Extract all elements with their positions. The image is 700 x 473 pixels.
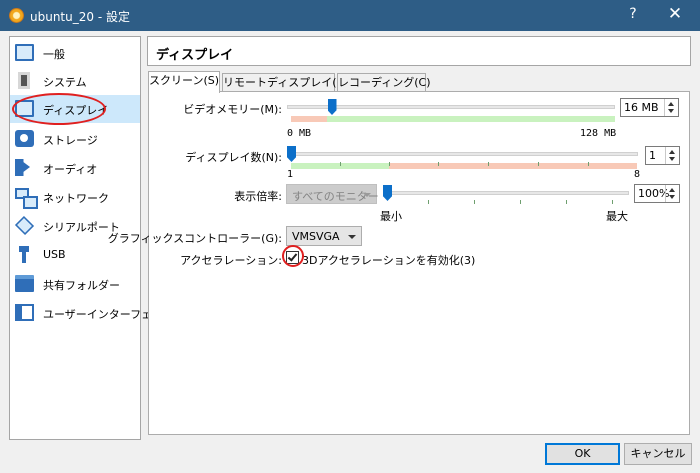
slider-tick <box>340 162 341 166</box>
ok-button[interactable]: OK <box>545 443 620 465</box>
spin-down-icon[interactable] <box>668 109 674 113</box>
slider-tick <box>588 162 589 166</box>
slider-tick <box>488 162 489 166</box>
sidebar-item-storage[interactable]: ストレージ <box>10 125 140 153</box>
sidebar-item-label: USB <box>43 248 66 261</box>
sidebar-item-label: ストレージ <box>43 134 98 147</box>
sidebar-item-system[interactable]: システム <box>10 67 140 95</box>
chevron-down-icon <box>348 235 356 239</box>
scale-monitor-select[interactable]: すべてのモニター <box>286 184 379 204</box>
scale-factor-label: 表示倍率: <box>234 190 282 203</box>
cancel-button[interactable]: キャンセル <box>624 443 692 465</box>
close-button[interactable]: ✕ <box>663 4 687 24</box>
tab-screen[interactable]: スクリーン(S) <box>148 71 220 93</box>
sidebar-item-label: 共有フォルダー <box>43 279 120 292</box>
usb-icon <box>15 246 34 263</box>
monitor-count-max-label: 8 <box>634 169 641 180</box>
spin-up-icon[interactable] <box>669 188 675 192</box>
graphics-controller-select[interactable]: VMSVGA <box>286 226 362 246</box>
sidebar-item-network[interactable]: ネットワーク <box>10 183 140 211</box>
enable-3d-acceleration-label[interactable]: 3Dアクセラレーションを有効化(3) <box>302 252 475 268</box>
sidebar-item-user-interface[interactable]: ユーザーインターフェース <box>10 299 174 327</box>
monitor-count-label: ディスプレイ数(N): <box>185 151 282 164</box>
video-memory-label: ビデオメモリー(M): <box>183 103 282 116</box>
spin-down-icon[interactable] <box>669 157 675 161</box>
sidebar-item-display[interactable]: ディスプレイ <box>10 95 140 123</box>
folder-icon <box>15 275 34 292</box>
page-title: ディスプレイ <box>156 48 234 63</box>
video-memory-ok-zone <box>327 116 615 122</box>
tab-remote-display[interactable]: リモートディスプレイ(R) <box>222 73 348 92</box>
sidebar-item-label: オーディオ <box>43 163 98 176</box>
scale-factor-spinbox[interactable]: 100% <box>634 184 680 203</box>
user-interface-icon <box>15 304 34 321</box>
spin-up-icon[interactable] <box>668 102 674 106</box>
monitor-icon <box>15 44 34 61</box>
disk-icon <box>15 130 34 147</box>
chip-icon <box>18 72 30 89</box>
monitor-count-value: 1 <box>649 149 656 162</box>
monitor-count-slider[interactable] <box>287 152 638 156</box>
sidebar-item-general[interactable]: 一般 <box>10 39 140 67</box>
slider-tick <box>438 162 439 166</box>
scale-max-label: 最大 <box>606 210 628 223</box>
graphics-controller-label: グラフィックスコントローラー(G): <box>107 232 282 245</box>
checkmark-icon <box>287 251 298 262</box>
sidebar-item-label: ディスプレイ <box>43 104 109 117</box>
graphics-controller-value: VMSVGA <box>292 230 340 243</box>
sidebar-item-label: ネットワーク <box>43 192 109 205</box>
scale-min-label: 最小 <box>380 210 402 223</box>
monitor-count-spin-buttons[interactable] <box>665 147 679 164</box>
monitor-count-min-label: 1 <box>287 169 294 180</box>
slider-tick <box>389 162 390 166</box>
slider-tick <box>566 200 567 204</box>
video-memory-max-label: 128 MB <box>580 128 617 139</box>
video-memory-spin-buttons[interactable] <box>664 99 678 116</box>
slider-tick <box>428 200 429 204</box>
enable-3d-acceleration-checkbox[interactable] <box>286 251 299 264</box>
help-button[interactable]: ? <box>624 6 642 22</box>
slider-tick <box>474 200 475 204</box>
sidebar-item-audio[interactable]: オーディオ <box>10 154 140 182</box>
serial-port-icon <box>14 215 35 236</box>
tab-recording[interactable]: レコーディング(C) <box>337 73 431 92</box>
scale-factor-spin-buttons[interactable] <box>665 185 679 202</box>
sidebar-item-label: 一般 <box>43 48 65 61</box>
scale-factor-slider[interactable] <box>383 191 629 195</box>
acceleration-label: アクセラレーション: <box>180 254 282 267</box>
video-memory-min-label: 0 MB <box>287 128 312 139</box>
display-icon <box>15 100 34 117</box>
spin-up-icon[interactable] <box>669 150 675 154</box>
video-memory-low-zone <box>291 116 327 122</box>
virtualbox-gear-icon <box>9 8 24 23</box>
sidebar-item-label: システム <box>43 76 87 89</box>
sidebar-item-shared-folders[interactable]: 共有フォルダー <box>10 270 140 298</box>
chevron-down-icon <box>363 193 371 197</box>
network-icon <box>15 188 38 209</box>
slider-tick <box>538 162 539 166</box>
video-memory-value: 16 MB <box>624 101 659 114</box>
video-memory-spinbox[interactable]: 16 MB <box>620 98 679 117</box>
window-title: ubuntu_20 - 設定 <box>30 10 130 24</box>
speaker-icon <box>15 159 34 176</box>
spin-down-icon[interactable] <box>669 195 675 199</box>
page-header: ディスプレイ <box>147 36 691 66</box>
slider-tick <box>612 200 613 204</box>
monitor-count-high-zone <box>389 163 637 169</box>
title-bar: ubuntu_20 - 設定 ? ✕ <box>0 0 700 31</box>
monitor-count-spinbox[interactable]: 1 <box>645 146 680 165</box>
slider-tick <box>520 200 521 204</box>
